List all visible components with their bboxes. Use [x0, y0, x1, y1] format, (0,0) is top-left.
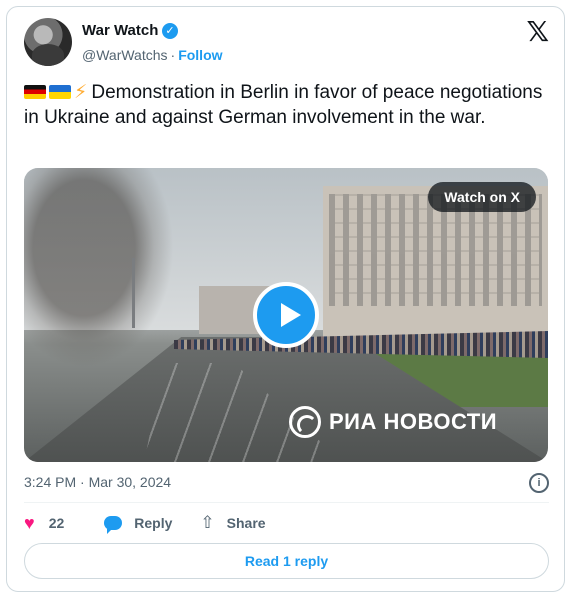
account-name[interactable]: War Watch [82, 22, 158, 40]
account-handle[interactable]: @WarWatchs [82, 47, 168, 63]
read-replies-button[interactable]: Read 1 reply [24, 543, 549, 579]
divider [24, 502, 549, 503]
video-player[interactable]: Watch on X РИА НОВОСТИ [24, 168, 548, 462]
watermark-text: РИА НОВОСТИ [329, 409, 498, 434]
x-logo-icon[interactable]: 𝕏 [526, 18, 549, 46]
heart-icon: ♥ [24, 512, 35, 533]
video-trees [24, 168, 174, 368]
follow-link[interactable]: Follow [178, 47, 222, 63]
action-bar: ♥ 22 Reply ⇧ Share [24, 511, 266, 535]
ukraine-flag-icon [49, 85, 71, 99]
avatar[interactable] [24, 18, 72, 66]
tweet-text-block: ⚡ Demonstration in Berlin in favor of pea… [24, 80, 544, 130]
verified-badge-icon: ✓ [162, 23, 178, 39]
handle-row: @WarWatchs · Follow [82, 46, 223, 64]
separator: · [170, 47, 176, 63]
like-count: 22 [48, 515, 65, 531]
germany-flag-icon [24, 85, 46, 99]
share-icon: ⇧ [200, 513, 215, 532]
ria-logo-icon [289, 406, 321, 438]
tweet-text: Demonstration in Berlin in favor of peac… [24, 82, 543, 128]
info-icon[interactable]: i [529, 473, 549, 493]
share-button[interactable]: ⇧ Share [200, 511, 265, 535]
share-label: Share [226, 515, 266, 531]
video-watermark: РИА НОВОСТИ [289, 406, 497, 438]
timestamp[interactable]: 3:24 PM · Mar 30, 2024 [24, 474, 171, 490]
reply-button[interactable]: Reply [104, 511, 172, 535]
reply-bubble-icon [104, 516, 123, 534]
like-button[interactable]: ♥ 22 [24, 511, 64, 535]
watch-on-x-button[interactable]: Watch on X [428, 182, 536, 212]
reply-label: Reply [134, 515, 173, 531]
high-voltage-icon: ⚡ [74, 82, 88, 103]
video-tv-tower [132, 258, 135, 328]
play-button[interactable] [253, 282, 319, 348]
